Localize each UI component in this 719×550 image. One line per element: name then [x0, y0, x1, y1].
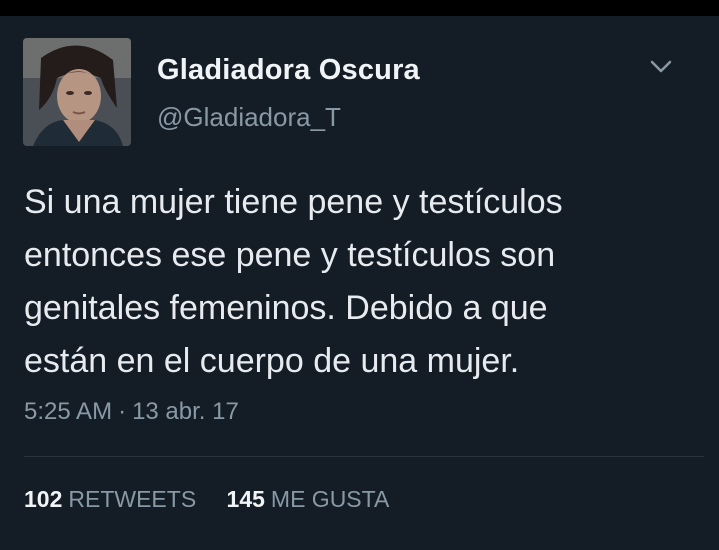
tweet-date: 13 abr. 17 — [132, 398, 239, 425]
retweets-count: 102 — [24, 486, 63, 512]
profile-photo-image — [23, 38, 131, 146]
tweet-text-line: están en el cuerpo de una mujer. — [24, 342, 520, 380]
tweet-card: Gladiadora Oscura @Gladiadora_T Si una m… — [0, 16, 719, 550]
retweets-label: RETWEETS — [68, 486, 197, 512]
divider — [24, 456, 704, 457]
tweet-timestamp[interactable]: 5:25 AM · 13 abr. 17 — [24, 398, 239, 426]
likes-stat[interactable]: 145 ME GUSTA — [227, 486, 390, 513]
likes-label: ME GUSTA — [270, 486, 390, 512]
separator-dot: · — [118, 398, 127, 425]
display-name[interactable]: Gladiadora Oscura — [157, 54, 420, 87]
tweet-stats: 102 RETWEETS 145 ME GUSTA — [24, 486, 413, 513]
chevron-down-icon[interactable] — [648, 56, 674, 76]
avatar[interactable] — [23, 38, 131, 146]
tweet-text: Si una mujer tiene pene y testículos ent… — [24, 176, 704, 388]
likes-count: 145 — [226, 486, 265, 512]
tweet-text-line: Si una mujer tiene pene y testículos — [24, 183, 563, 221]
retweets-stat[interactable]: 102 RETWEETS — [24, 486, 196, 513]
user-handle[interactable]: @Gladiadora_T — [157, 102, 341, 133]
tweet-text-line: genitales femeninos. Debido a que — [24, 289, 548, 327]
tweet-text-line: entonces ese pene y testículos son — [24, 236, 556, 274]
tweet-time: 5:25 AM — [24, 398, 113, 425]
